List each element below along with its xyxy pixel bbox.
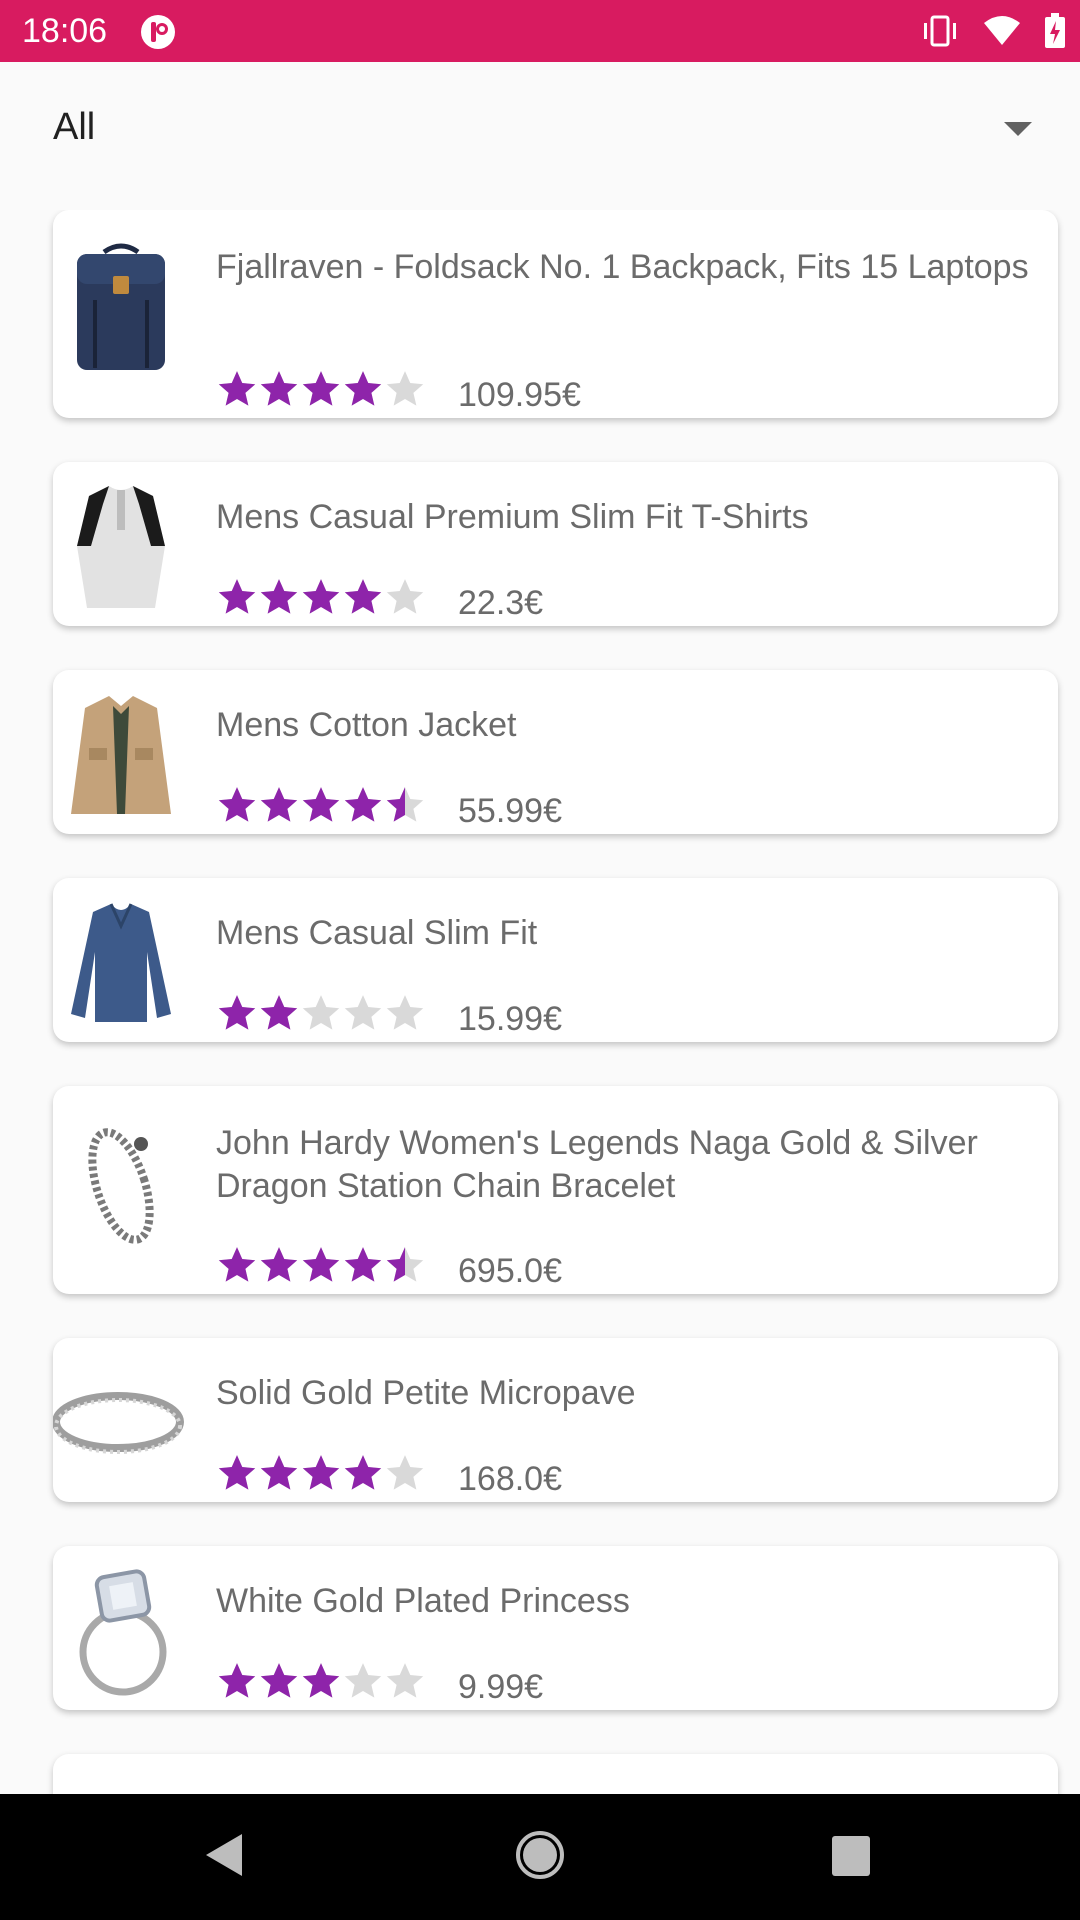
notification-app-icon: [140, 14, 176, 50]
rating-stars: [216, 1452, 426, 1494]
product-title: Mens Casual Slim Fit: [216, 914, 538, 952]
product-title: John Hardy Women's Legends Naga Gold & S…: [216, 1124, 978, 1205]
status-time: 18:06: [22, 12, 108, 50]
star-icon: [260, 1663, 298, 1698]
rating-stars: [216, 784, 426, 826]
star-icon: [386, 579, 424, 614]
jacket-image: [59, 684, 184, 824]
rating-stars: [216, 1244, 426, 1286]
product-price: 55.99€: [458, 792, 562, 830]
product-title: Fjallraven - Foldsack No. 1 Backpack, Fi…: [216, 248, 1029, 286]
product-card[interactable]: Mens Casual Slim Fit 15.99€: [53, 878, 1058, 1042]
star-icon: [344, 579, 382, 614]
category-filter-dropdown[interactable]: All: [0, 62, 1080, 192]
rating-stars: [216, 1660, 426, 1702]
star-icon: [260, 1247, 298, 1282]
backpack-image: [59, 240, 184, 380]
product-card[interactable]: White Gold Plated Princess 9.99€: [53, 1546, 1058, 1710]
filter-selected-label: All: [53, 106, 96, 148]
rating-stars: [216, 992, 426, 1034]
star-icon: [386, 1455, 424, 1490]
home-icon[interactable]: [515, 1830, 565, 1885]
product-card[interactable]: Mens Casual Premium Slim Fit T-Shirts 22…: [53, 462, 1058, 626]
product-title: Mens Cotton Jacket: [216, 706, 517, 744]
longsleeve-image: [59, 892, 184, 1032]
ring-image: [52, 1352, 184, 1492]
product-card[interactable]: Fjallraven - Foldsack No. 1 Backpack, Fi…: [53, 210, 1058, 418]
star-icon: [386, 787, 424, 822]
star-icon: [260, 579, 298, 614]
star-icon: [260, 1455, 298, 1490]
star-icon: [386, 371, 424, 406]
star-icon: [386, 1247, 424, 1282]
rating-stars: [216, 576, 426, 618]
product-price: 22.3€: [458, 584, 544, 622]
product-title: Solid Gold Petite Micropave: [216, 1374, 636, 1412]
status-bar: 18:06: [0, 0, 1080, 62]
vibrate-icon: [920, 15, 960, 47]
star-icon: [344, 995, 382, 1030]
star-icon: [218, 1247, 256, 1282]
product-title: White Gold Plated Princess: [216, 1582, 630, 1620]
product-card[interactable]: [53, 1754, 1058, 1794]
product-card[interactable]: Solid Gold Petite Micropave 168.0€: [52, 1338, 1058, 1502]
bracelet-image: [59, 1116, 184, 1256]
product-price: 168.0€: [458, 1460, 562, 1498]
rating-stars: [216, 368, 426, 410]
star-icon: [302, 1247, 340, 1282]
star-icon: [218, 787, 256, 822]
star-icon: [344, 1247, 382, 1282]
product-price: 15.99€: [458, 1000, 562, 1038]
star-icon: [218, 579, 256, 614]
star-icon: [260, 371, 298, 406]
arrow-drop-down-icon: [1004, 122, 1032, 143]
star-icon: [218, 1455, 256, 1490]
star-icon: [344, 371, 382, 406]
star-icon: [386, 1663, 424, 1698]
star-icon: [344, 1455, 382, 1490]
product-title: Mens Casual Premium Slim Fit T-Shirts: [216, 498, 809, 536]
star-icon: [218, 1663, 256, 1698]
product-price: 695.0€: [458, 1252, 562, 1290]
product-card[interactable]: Mens Cotton Jacket 55.99€: [53, 670, 1058, 834]
star-icon: [302, 995, 340, 1030]
navigation-bar: [0, 1794, 1080, 1920]
star-icon: [302, 1455, 340, 1490]
princess-ring-image: [59, 1560, 184, 1700]
star-icon: [386, 995, 424, 1030]
star-icon: [302, 579, 340, 614]
star-icon: [302, 787, 340, 822]
recents-icon[interactable]: [832, 1836, 870, 1881]
star-icon: [260, 787, 298, 822]
star-icon: [260, 995, 298, 1030]
product-card[interactable]: John Hardy Women's Legends Naga Gold & S…: [53, 1086, 1058, 1294]
product-price: 109.95€: [458, 376, 581, 414]
battery-charging-icon: [1044, 13, 1066, 49]
back-icon[interactable]: [204, 1832, 244, 1883]
star-icon: [344, 787, 382, 822]
tshirt-image: [59, 476, 184, 616]
star-icon: [344, 1663, 382, 1698]
star-icon: [302, 371, 340, 406]
star-icon: [218, 371, 256, 406]
star-icon: [302, 1663, 340, 1698]
product-list[interactable]: Fjallraven - Foldsack No. 1 Backpack, Fi…: [0, 210, 1080, 1794]
wifi-icon: [982, 15, 1022, 47]
star-icon: [218, 995, 256, 1030]
product-price: 9.99€: [458, 1668, 544, 1706]
